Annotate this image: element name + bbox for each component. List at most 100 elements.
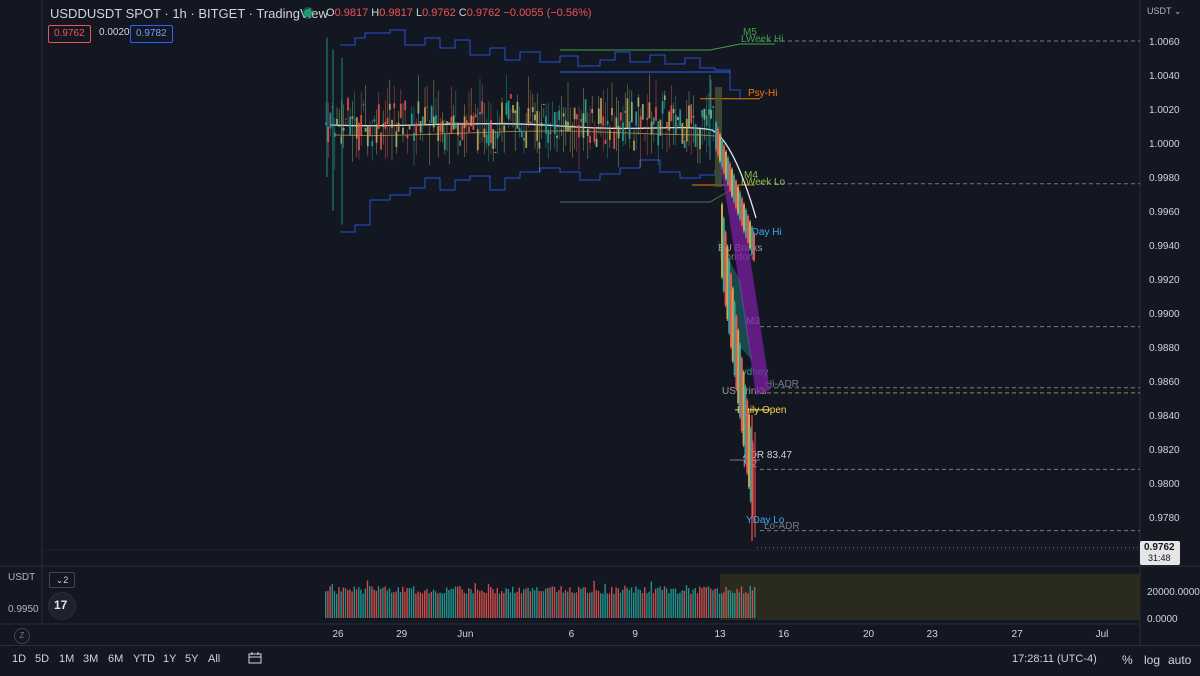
timeframe-button-5y[interactable]: 5Y [185,653,198,665]
timeframe-button-1m[interactable]: 1M [59,653,74,665]
buy-button[interactable]: 0.9782 [130,25,173,43]
candle-body [360,114,363,136]
candle-body [731,288,734,361]
volume-bar [754,587,756,618]
candle-body [591,109,594,114]
log-scale-toggle[interactable]: log [1144,653,1160,667]
collapsed-indicators-button[interactable]: ⌄2 [49,572,75,588]
candle-body [617,126,620,139]
volume-bar [556,591,558,618]
timeframe-button-1d[interactable]: 1D [12,653,26,665]
tradingview-logo[interactable]: 17 [48,592,76,620]
volume-bar [619,592,622,618]
candle-body [512,104,514,113]
timeframe-button-5d[interactable]: 5D [35,653,49,665]
candle-body [355,117,358,139]
candle-body [751,227,753,255]
volume-bar [487,583,490,618]
candle-body [721,204,723,277]
volume-bar [369,586,371,618]
volume-bar [364,588,366,618]
candle-body [426,106,429,108]
candle-body [646,117,649,120]
candle-body [628,121,631,139]
volume-bar [749,586,751,618]
timeframe-button-1y[interactable]: 1Y [163,653,176,665]
symbol-title[interactable]: USDDUSDT SPOT · 1h · BITGET · TradingVie… [50,6,328,21]
timeframe-button-3m[interactable]: 3M [83,653,98,665]
price-unit-label: USDT [1147,6,1172,16]
volume-bar [628,589,630,618]
candle-body [432,116,435,128]
volume-bar [413,586,415,618]
volume-bar [683,590,685,618]
candle-body [655,107,657,121]
auto-scale-toggle[interactable]: auto [1168,653,1191,667]
candle-body [733,302,736,375]
volume-bar [580,588,582,618]
candle-body [534,114,536,121]
candle-body [362,104,365,106]
candle-body [672,108,675,114]
volume-bar [534,590,536,618]
clock-timezone[interactable]: 17:28:11 (UTC-4) [1012,653,1097,665]
volume-bar [718,593,721,618]
volume-bar [380,588,382,618]
candle-body [613,131,616,149]
candle-body [731,169,733,197]
volume-bar [470,589,472,618]
timeframe-button-all[interactable]: All [208,653,220,665]
price-tick-label: 1.0060 [1149,37,1180,48]
open-label: O [326,7,335,19]
bar-countdown: 31:48 [1148,553,1171,563]
volume-bar [663,586,666,618]
candle-body [578,124,580,138]
sell-button[interactable]: 0.9762 [48,25,91,43]
price-tick-label: 1.0020 [1149,105,1180,116]
candle-body [377,104,380,129]
candle-body [388,103,391,110]
candle-body [562,113,565,117]
price-tick-label: 0.9940 [1149,241,1180,252]
candle-body [485,134,488,144]
volume-bar [705,587,707,618]
candle-body [410,113,413,125]
candle-body [428,133,431,135]
price-tick-label: 0.9840 [1149,411,1180,422]
timeframe-button-ytd[interactable]: YTD [133,653,155,665]
candle-body [415,123,418,136]
candle-body [743,204,745,231]
volume-bar [476,589,479,618]
volume-bar [701,588,703,618]
volume-bar [732,592,734,618]
date-range-icon[interactable] [248,652,262,664]
candle-body [690,104,693,124]
price-tick-label: 0.9900 [1149,309,1180,320]
candle-body [329,112,332,129]
candle-body [569,126,572,131]
candle-body [560,129,563,131]
volume-bar [347,589,349,618]
volume-bar [650,581,652,618]
candle-body [446,121,448,124]
price-unit-selector[interactable]: USDT ⌄ [1147,6,1181,17]
volume-bar [501,591,503,618]
percent-scale-toggle[interactable]: % [1122,653,1133,667]
date-tick-label: Jun [457,629,473,640]
volume-bar [688,588,690,618]
price-chart[interactable]: M5LWeek HiPsy-HiM4LWeek LoYDay HiEU Brin… [0,0,1200,645]
date-tick-label: 23 [927,629,939,640]
high-value: 0.9817 [379,7,413,19]
timeframe-button-6m[interactable]: 6M [108,653,123,665]
candle-body [558,110,561,120]
moving-average [329,123,757,219]
volume-bar [593,580,595,618]
candle-body [406,134,409,139]
level-label: Lo-ADR [764,521,800,532]
candle-body [498,128,501,130]
volume-bar [391,592,393,618]
zoom-reset-icon[interactable]: Z [14,628,30,644]
volume-bar [366,580,369,618]
date-tick-label: Jul [1096,629,1109,640]
volume-bar [600,593,602,618]
